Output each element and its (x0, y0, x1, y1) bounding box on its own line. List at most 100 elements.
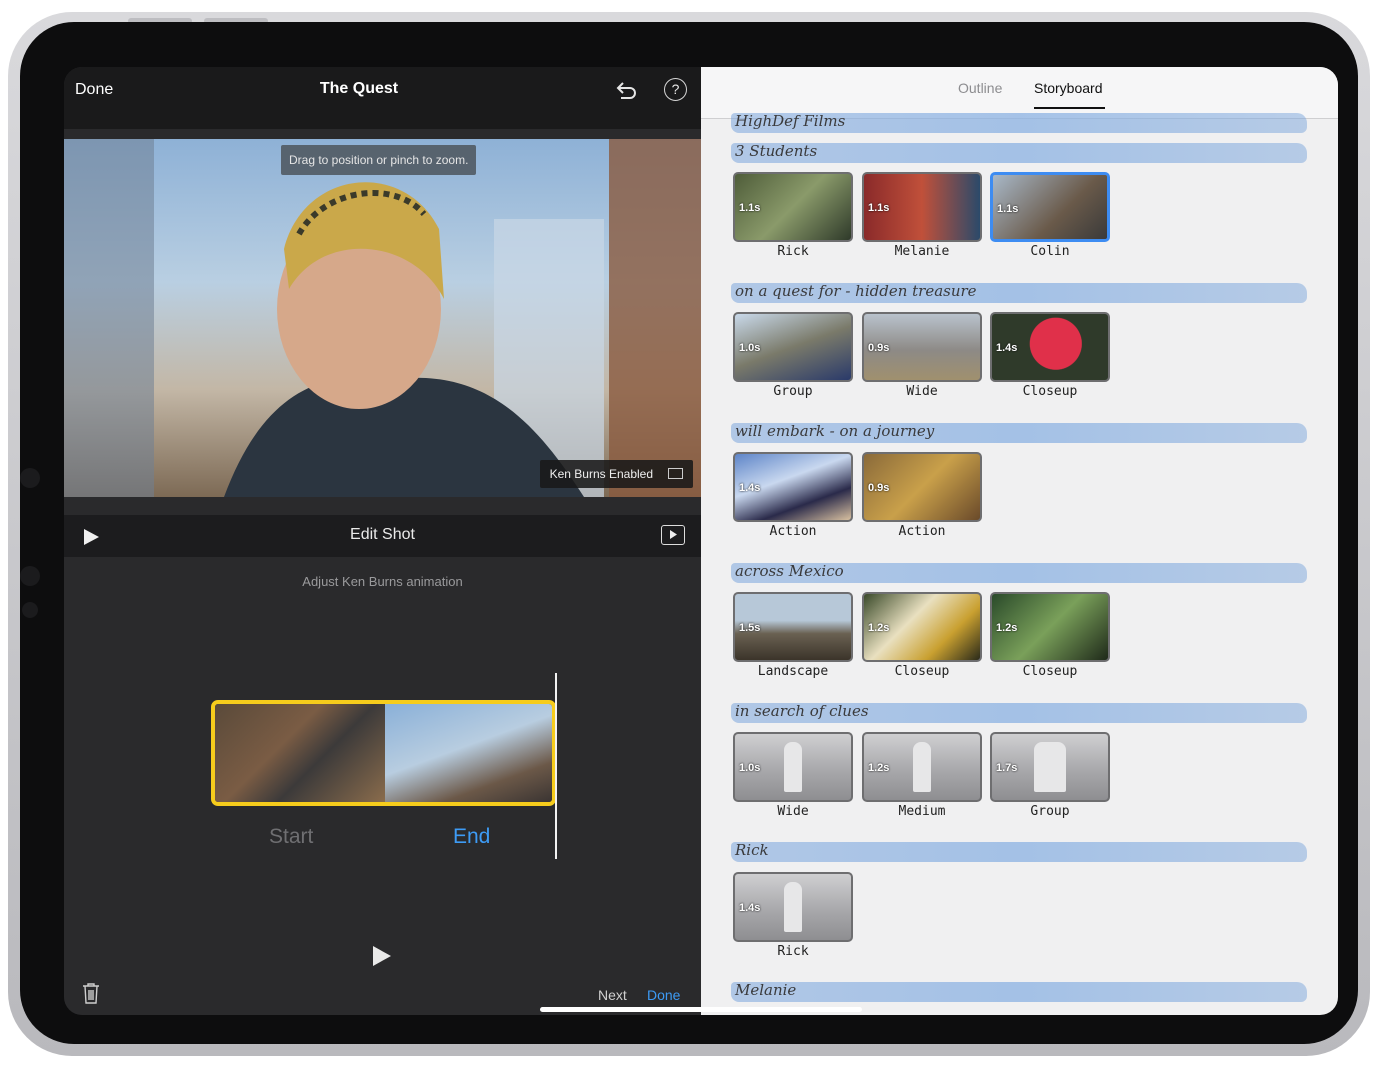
heading-highlight (731, 982, 1307, 1002)
shot-thumbnail: 1.4s (990, 312, 1110, 382)
shot-name: Closeup (1022, 664, 1078, 679)
section-heading-text: in search of clues (735, 702, 869, 720)
edit-shot-title: Edit Shot (350, 526, 415, 543)
storyboard-section-heading[interactable]: across Mexico (731, 561, 1307, 583)
shot-thumbnail: 1.2s (862, 732, 982, 802)
preview-photo (64, 139, 701, 497)
storyboard-section-heading[interactable]: in search of clues (731, 701, 1307, 723)
shot-thumbnail: 1.5s (733, 592, 853, 662)
section-heading-text: across Mexico (735, 562, 844, 580)
shot-tile[interactable]: 0.9s Action (862, 452, 984, 539)
shot-duration: 0.9s (868, 342, 890, 354)
top-nav-bar: Done The Quest ? (64, 67, 701, 129)
start-button[interactable]: Start (269, 825, 313, 849)
shot-thumbnail: 0.9s (862, 452, 982, 522)
shot-name: Closeup (894, 664, 950, 679)
end-button[interactable]: End (453, 825, 490, 849)
storyboard-section-heading[interactable]: HighDef Films (731, 111, 1307, 133)
storyboard-section-heading[interactable]: will embark - on a journey (731, 421, 1307, 443)
project-title: The Quest (319, 80, 399, 97)
shot-duration: 1.2s (868, 622, 890, 634)
section-heading-text: Melanie (735, 981, 797, 999)
playhead[interactable] (555, 673, 557, 859)
shot-duration: 1.2s (996, 622, 1018, 634)
shot-tile[interactable]: 1.1s Colin (990, 172, 1112, 259)
shot-tile[interactable]: 1.7s Group (990, 732, 1112, 819)
shot-name: Closeup (1022, 384, 1078, 399)
edit-shot-pane: Done The Quest ? Drag to position or pin… (64, 67, 701, 1015)
shot-duration: 1.1s (997, 203, 1019, 215)
shot-duration: 1.4s (996, 342, 1018, 354)
next-button[interactable]: Next (598, 987, 627, 1003)
shot-duration: 1.1s (868, 202, 890, 214)
tab-storyboard[interactable]: Storyboard (1034, 80, 1102, 96)
storyboard-section-heading[interactable]: 3 Students (731, 141, 1307, 163)
shot-name: Melanie (894, 244, 950, 259)
shot-tile[interactable]: 1.1s Rick (733, 172, 855, 259)
shot-duration: 1.7s (996, 762, 1018, 774)
ken-burns-clip[interactable] (211, 700, 556, 806)
section-heading-text: Rick (735, 841, 769, 859)
video-preview[interactable]: Drag to position or pinch to zoom. Ken B… (64, 139, 701, 497)
undo-icon[interactable] (612, 77, 638, 103)
storyboard-section-heading[interactable]: Rick (731, 840, 1307, 862)
section-heading-text: on a quest for - hidden treasure (735, 282, 977, 300)
ken-burns-icon (668, 468, 683, 479)
person-silhouette-icon (1034, 742, 1066, 792)
shot-thumbnail: 1.1s (862, 172, 982, 242)
shot-duration: 1.0s (739, 342, 761, 354)
shot-tile[interactable]: 1.4s Rick (733, 872, 855, 959)
shot-name: Rick (777, 244, 809, 259)
shot-name: Landscape (757, 664, 829, 679)
shot-tile[interactable]: 1.0s Group (733, 312, 855, 399)
shot-thumbnail: 1.4s (733, 452, 853, 522)
shot-duration: 1.5s (739, 622, 761, 634)
shot-name: Wide (777, 804, 809, 819)
done-edit-button[interactable]: Done (647, 987, 680, 1003)
ken-burns-instructions: Adjust Ken Burns animation (302, 574, 463, 589)
shot-thumbnail: 1.2s (862, 592, 982, 662)
person-silhouette-icon (784, 882, 802, 932)
home-indicator[interactable] (540, 1007, 862, 1012)
shot-thumbnail: 1.0s (733, 312, 853, 382)
section-heading-text: will embark - on a journey (735, 422, 935, 440)
camera-icon (20, 468, 40, 488)
play-animation-icon[interactable] (372, 945, 392, 967)
shot-name: Group (1030, 804, 1070, 819)
storyboard-section-heading[interactable]: Melanie (731, 980, 1307, 1002)
shot-thumbnail: 1.4s (733, 872, 853, 942)
shot-name: Wide (906, 384, 938, 399)
shot-name: Medium (898, 804, 946, 819)
shot-name: Group (773, 384, 813, 399)
shot-tile[interactable]: 1.0s Wide (733, 732, 855, 819)
shot-tile[interactable]: 1.2s Closeup (990, 592, 1112, 679)
ipad-frame: Done The Quest ? Drag to position or pin… (8, 12, 1370, 1056)
shot-name: Action (769, 524, 817, 539)
shot-duration: 0.9s (868, 482, 890, 494)
shot-duration: 1.0s (739, 762, 761, 774)
shot-tile[interactable]: 1.2s Medium (862, 732, 984, 819)
shot-tile[interactable]: 1.1s Melanie (862, 172, 984, 259)
shot-name: Colin (1030, 244, 1070, 259)
edit-shot-bar: Edit Shot (64, 515, 701, 557)
ken-burns-toggle[interactable]: Ken Burns Enabled (539, 460, 693, 488)
preview-icon[interactable] (661, 525, 685, 545)
tab-outline[interactable]: Outline (958, 80, 1002, 96)
shot-name: Action (898, 524, 946, 539)
help-icon[interactable]: ? (664, 78, 687, 101)
shot-tile[interactable]: 1.4s Action (733, 452, 855, 539)
trash-icon[interactable] (82, 982, 100, 1004)
shot-duration: 1.4s (739, 482, 761, 494)
storyboard-section-heading[interactable]: on a quest for - hidden treasure (731, 281, 1307, 303)
section-heading-text: 3 Students (735, 142, 818, 160)
shot-tile[interactable]: 1.4s Closeup (990, 312, 1112, 399)
shot-tile[interactable]: 1.2s Closeup (862, 592, 984, 679)
shot-name: Rick (777, 944, 809, 959)
person-silhouette-icon (913, 742, 931, 792)
shot-tile[interactable]: 0.9s Wide (862, 312, 984, 399)
zoom-hint-tooltip: Drag to position or pinch to zoom. (281, 145, 477, 175)
shot-tile[interactable]: 1.5s Landscape (733, 592, 855, 679)
shot-thumbnail: 1.1s (990, 172, 1110, 242)
start-frame-thumbnail (215, 704, 385, 802)
tab-selected-indicator (1034, 107, 1105, 109)
